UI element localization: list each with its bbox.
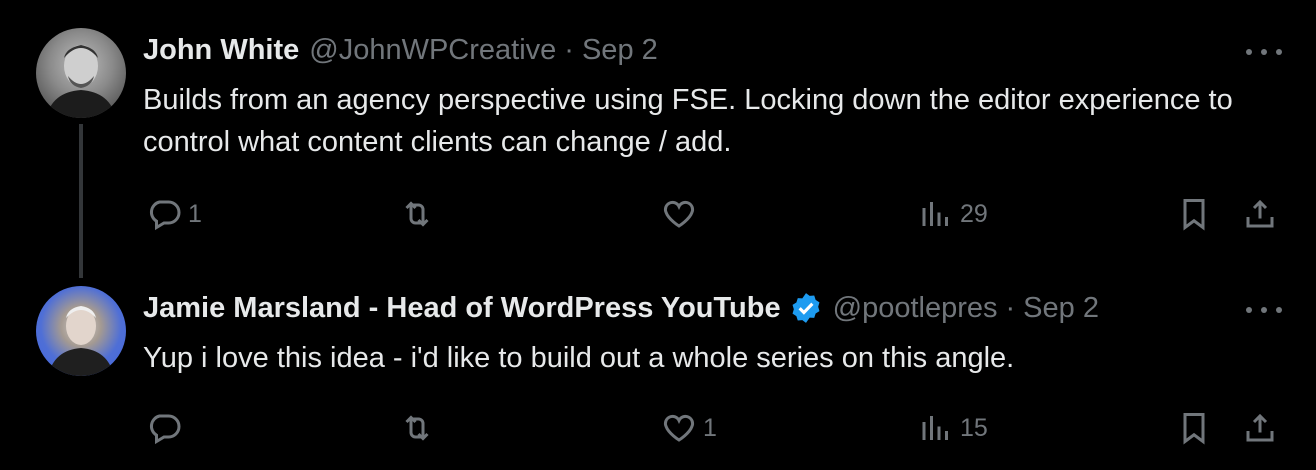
retweet-button[interactable]: [399, 410, 441, 446]
views-button[interactable]: 29: [918, 196, 988, 232]
verified-badge-icon: [792, 293, 820, 323]
author-handle[interactable]: @pootlepres: [833, 292, 998, 325]
tweet[interactable]: John White @JohnWPCreative · Sep 2 Build…: [0, 0, 1316, 278]
views-count: 15: [960, 413, 988, 442]
retweet-button[interactable]: [399, 196, 441, 232]
retweet-icon: [405, 201, 429, 227]
reply-button[interactable]: [146, 410, 188, 446]
views-button[interactable]: 15: [918, 410, 988, 446]
tweet-text: Builds from an agency perspective using …: [143, 84, 1233, 158]
like-icon: [664, 414, 694, 442]
avatar[interactable]: [36, 28, 126, 118]
like-button[interactable]: 1: [661, 410, 717, 446]
views-icon: [922, 202, 948, 226]
tweet[interactable]: Jamie Marsland - Head of WordPress YouTu…: [0, 262, 1316, 470]
like-count: 1: [703, 413, 717, 442]
more-icon[interactable]: [1246, 300, 1282, 320]
author-name[interactable]: John White: [143, 34, 299, 67]
bookmark-button[interactable]: [1176, 410, 1212, 446]
bookmark-icon: [1183, 413, 1205, 445]
bookmark-button[interactable]: [1176, 196, 1212, 232]
reply-icon: [149, 414, 181, 445]
thread-connector-line: [79, 124, 83, 278]
bookmark-icon: [1183, 199, 1205, 231]
tweet-header: John White @JohnWPCreative · Sep 2: [143, 30, 658, 70]
separator-dot: ·: [564, 33, 574, 66]
author-name[interactable]: Jamie Marsland - Head of WordPress YouTu…: [143, 292, 781, 325]
like-button[interactable]: [661, 196, 703, 232]
tweet-date[interactable]: Sep 2: [1023, 292, 1099, 325]
avatar[interactable]: [36, 286, 126, 376]
share-icon: [1246, 413, 1274, 442]
views-count: 29: [960, 199, 988, 228]
author-handle[interactable]: @JohnWPCreative: [309, 34, 556, 67]
tweet-date[interactable]: Sep 2: [582, 34, 658, 67]
avatar-photo-icon: [48, 306, 114, 376]
more-icon[interactable]: [1246, 42, 1282, 62]
separator-dot: ·: [1005, 291, 1016, 324]
tweet-header: Jamie Marsland - Head of WordPress YouTu…: [143, 288, 1099, 328]
views-icon: [922, 416, 948, 440]
share-button[interactable]: [1242, 196, 1278, 232]
reply-button[interactable]: 1: [146, 196, 202, 232]
tweet-text: Yup i love this idea - i'd like to build…: [143, 342, 1015, 374]
retweet-icon: [405, 415, 429, 441]
reply-icon: [149, 200, 181, 231]
reply-count: 1: [188, 199, 202, 228]
avatar-photo-icon: [46, 45, 116, 118]
share-button[interactable]: [1242, 410, 1278, 446]
like-icon: [664, 200, 694, 228]
share-icon: [1246, 199, 1274, 228]
